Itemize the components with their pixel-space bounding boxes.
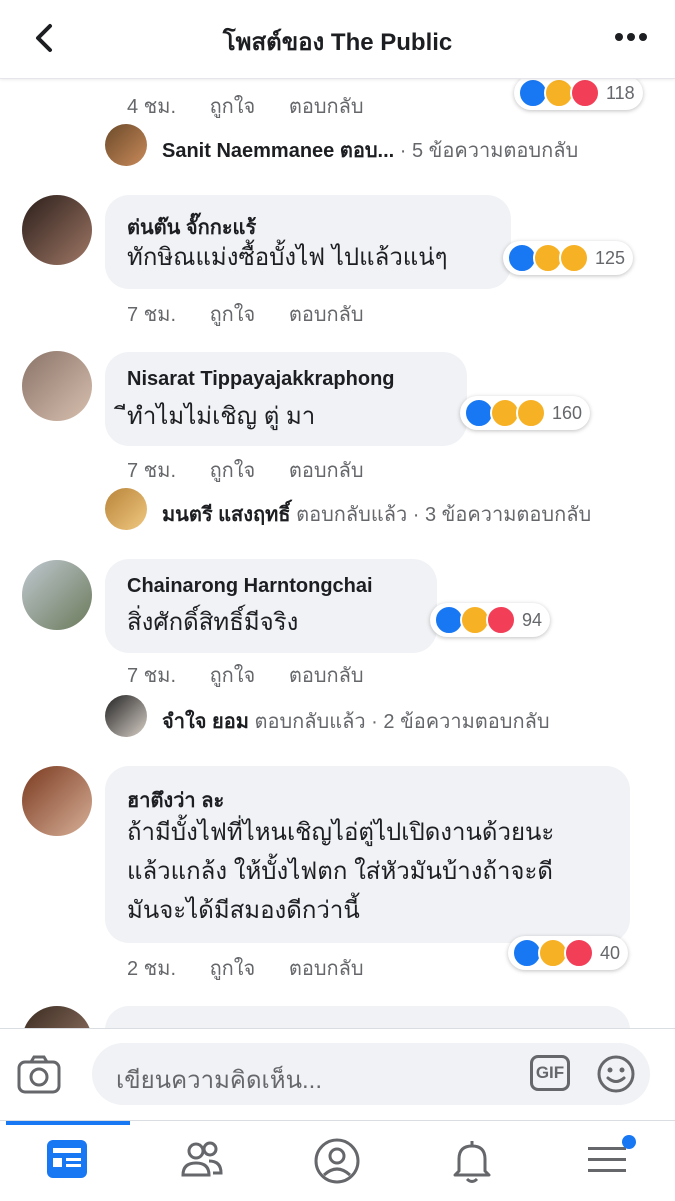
reply-preview[interactable]: Sanit Naemmanee ตอบ... · 5 ข้อความตอบกลั… xyxy=(162,134,578,166)
reply-author: มนตรี แสงฤทธิ์ xyxy=(162,504,291,526)
reaction-summary[interactable]: 40 xyxy=(508,936,629,970)
reply-author: จำใจ ยอม xyxy=(162,711,249,733)
comment-meta: 7 ชม. ถูกใจ ตอบกลับ xyxy=(127,454,392,486)
comment-time: 7 ชม. xyxy=(127,460,176,482)
reply-suffix: ตอบกลับแล้ว xyxy=(296,504,408,526)
reply-preview[interactable]: จำใจ ยอม ตอบกลับแล้ว · 2 ข้อความตอบกลับ xyxy=(162,705,550,737)
avatar[interactable] xyxy=(22,351,92,421)
camera-icon[interactable] xyxy=(16,1053,62,1095)
avatar[interactable] xyxy=(22,766,92,836)
reaction-summary[interactable]: 160 xyxy=(460,396,591,430)
comment-time: 4 ชม. xyxy=(127,96,176,118)
tab-friends[interactable] xyxy=(135,1121,270,1201)
comment-time: 7 ชม. xyxy=(127,304,176,326)
avatar[interactable] xyxy=(105,695,147,737)
tab-news-feed[interactable] xyxy=(0,1121,135,1201)
gif-icon[interactable]: GIF xyxy=(530,1055,570,1091)
reaction-summary[interactable]: 118 xyxy=(514,78,643,110)
comment-input[interactable]: เขียนความคิดเห็น... GIF xyxy=(92,1043,650,1105)
like-link[interactable]: ถูกใจ xyxy=(210,958,256,980)
reply-link[interactable]: ตอบกลับ xyxy=(289,958,364,980)
love-reaction-icon xyxy=(486,605,516,635)
comment-author[interactable]: Chainarong Harntongchai xyxy=(127,575,373,598)
reply-preview[interactable]: มนตรี แสงฤทธิ์ ตอบกลับแล้ว · 3 ข้อความตอ… xyxy=(162,498,591,530)
comment-placeholder: เขียนความคิดเห็น... xyxy=(116,1067,322,1094)
comment-time: 7 ชม. xyxy=(127,665,176,687)
comment-bubble xyxy=(105,1006,630,1028)
notification-dot xyxy=(622,1135,636,1149)
friends-icon xyxy=(181,1141,223,1177)
comment-meta: 4 ชม. ถูกใจ ตอบกลับ xyxy=(127,90,392,122)
bell-icon xyxy=(453,1141,491,1183)
comment-text-line: แล้วแกล้ง ให้บั้งไฟตก ใส่หัวมันบ้างถ้าจะ… xyxy=(127,858,553,885)
comment-meta: 7 ชม. ถูกใจ ตอบกลับ xyxy=(127,298,392,330)
reply-suffix: ตอบกลับแล้ว xyxy=(254,711,366,733)
like-link[interactable]: ถูกใจ xyxy=(210,96,256,118)
reaction-summary[interactable]: 125 xyxy=(503,241,634,275)
comment-text: ีทำไมไม่เชิญ ตู่ มา xyxy=(127,403,316,430)
comment-composer: เขียนความคิดเห็น... GIF xyxy=(0,1028,675,1121)
reply-link[interactable]: ตอบกลับ xyxy=(289,665,364,687)
like-link[interactable]: ถูกใจ xyxy=(210,304,256,326)
comment-text: สิ่งศักดิ์สิทธิ์มีจริง xyxy=(127,609,299,636)
more-icon[interactable] xyxy=(611,24,651,50)
reaction-count: 160 xyxy=(552,402,583,423)
reaction-count: 118 xyxy=(606,82,635,103)
tab-menu[interactable] xyxy=(540,1121,675,1201)
tab-notifications[interactable] xyxy=(405,1121,540,1201)
comment-author[interactable]: Nisarat Tippayajakkraphong xyxy=(127,368,395,391)
news-feed-icon xyxy=(47,1140,87,1178)
tab-profile[interactable] xyxy=(270,1121,405,1201)
reaction-count: 94 xyxy=(522,609,543,630)
reaction-count: 125 xyxy=(595,247,626,268)
comment-meta: 7 ชม. ถูกใจ ตอบกลับ xyxy=(127,659,392,691)
smiley-icon[interactable] xyxy=(596,1054,636,1094)
reply-link[interactable]: ตอบกลับ xyxy=(289,460,364,482)
love-reaction-icon xyxy=(564,938,594,968)
bottom-tab-bar xyxy=(0,1120,675,1201)
reply-link[interactable]: ตอบกลับ xyxy=(289,304,364,326)
comment-author[interactable]: ฮาตึงว่า ละ xyxy=(127,784,224,816)
comment-text: ทักษิณแม่งซื้อบั้งไฟ ไปแล้วแน่ๆ xyxy=(127,244,448,271)
comment-meta: 2 ชม. ถูกใจ ตอบกลับ xyxy=(127,952,392,984)
avatar[interactable] xyxy=(105,488,147,530)
avatar[interactable] xyxy=(22,1006,92,1028)
avatar[interactable] xyxy=(22,195,92,265)
reply-author: Sanit Naemmanee ตอบ... xyxy=(162,140,395,162)
avatar[interactable] xyxy=(105,124,147,166)
comment-text-line: มันจะได้มีสมองดีกว่านี้ xyxy=(127,897,360,924)
comment-text-line: ถ้ามีบั้งไฟที่ไหนเชิญไอ่ตู่ไปเปิดงานด้วย… xyxy=(127,819,555,846)
reaction-summary[interactable]: 94 xyxy=(430,603,551,637)
like-link[interactable]: ถูกใจ xyxy=(210,460,256,482)
reply-link[interactable]: ตอบกลับ xyxy=(289,96,364,118)
profile-icon xyxy=(314,1138,360,1184)
love-reaction-icon xyxy=(570,78,600,108)
avatar[interactable] xyxy=(22,560,92,630)
page-title: โพสต์ของ The Public xyxy=(222,29,453,56)
comment-time: 2 ชม. xyxy=(127,958,176,980)
top-bar: โพสต์ของ The Public xyxy=(0,0,675,79)
sad-reaction-icon xyxy=(559,243,589,273)
reply-count: · 3 ข้อความตอบกลับ xyxy=(412,504,592,526)
wow-reaction-icon xyxy=(516,398,546,428)
reply-count: · 5 ข้อความตอบกลับ xyxy=(399,140,579,162)
reaction-count: 40 xyxy=(600,942,621,963)
like-link[interactable]: ถูกใจ xyxy=(210,665,256,687)
comments-list: 4 ชม. ถูกใจ ตอบกลับ 118 Sanit Naemmanee … xyxy=(0,78,675,1028)
reply-count: · 2 ข้อความตอบกลับ xyxy=(371,711,550,733)
